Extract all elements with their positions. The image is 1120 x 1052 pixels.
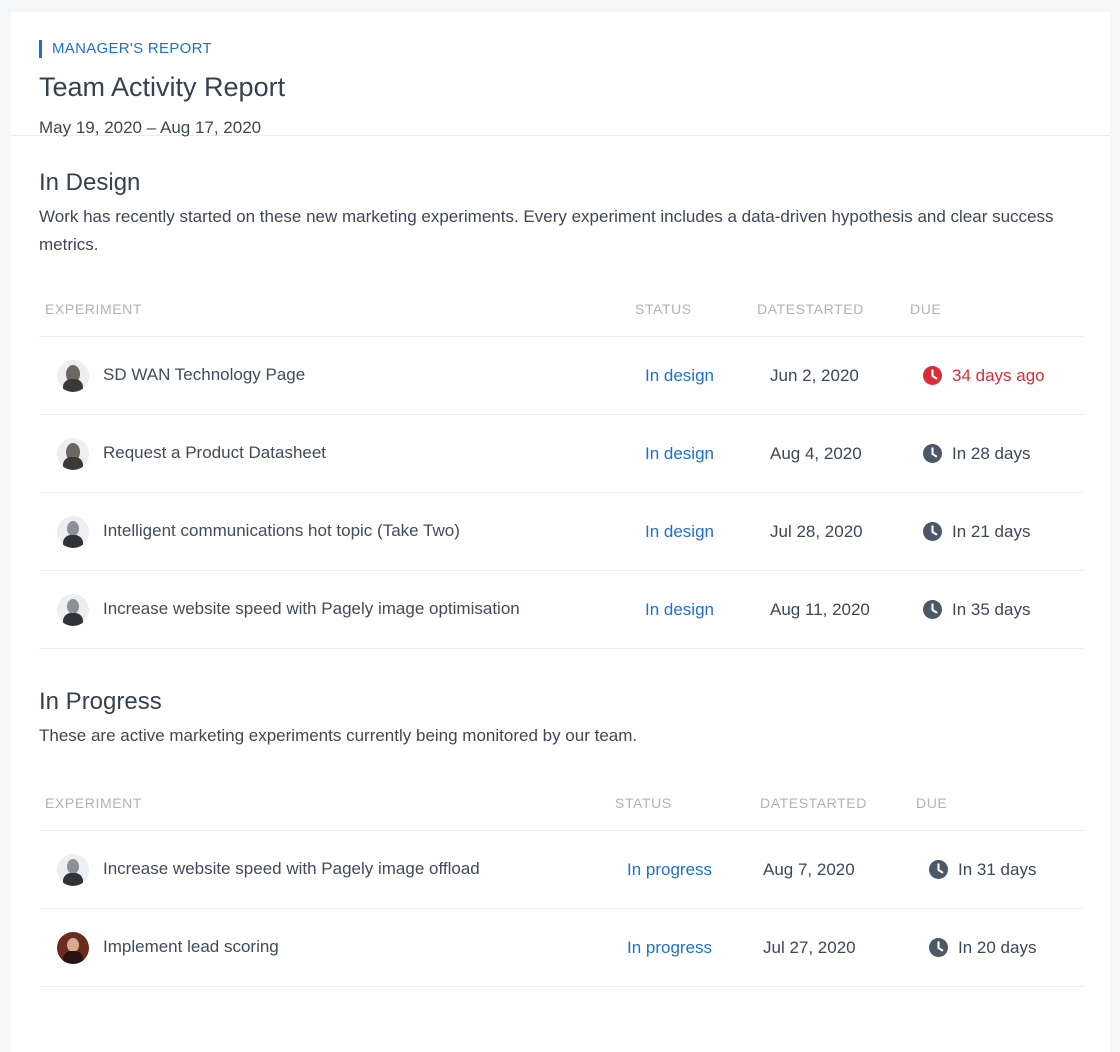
column-header-due[interactable]: DUE — [910, 282, 1083, 337]
table-row[interactable]: Increase website speed with Pagely image… — [39, 570, 1083, 649]
date-started-cell: Jun 2, 2020 — [757, 336, 910, 415]
status-link[interactable]: In progress — [627, 938, 712, 957]
avatar — [57, 853, 89, 886]
table-row[interactable]: Intelligent communications hot topic (Ta… — [39, 492, 1083, 571]
experiments-table: EXPERIMENT STATUS DATESTARTED DUE SD WAN… — [39, 282, 1083, 649]
table-header-row: EXPERIMENT STATUS DATESTARTED DUE — [39, 776, 1083, 831]
experiment-cell: Implement lead scoring — [39, 908, 615, 987]
column-header-due[interactable]: DUE — [916, 776, 1083, 831]
due-cell: In 28 days — [910, 414, 1083, 493]
date-started-cell: Aug 11, 2020 — [757, 570, 910, 649]
section-title: In Design — [39, 169, 141, 196]
experiments-table: EXPERIMENT STATUS DATESTARTED DUE Increa… — [39, 776, 1083, 987]
clock-icon — [929, 860, 948, 879]
experiment-name-link[interactable]: SD WAN Technology Page — [103, 364, 305, 386]
table-row[interactable]: Increase website speed with Pagely image… — [39, 830, 1083, 909]
status-link[interactable]: In design — [645, 600, 714, 619]
column-header-experiment[interactable]: EXPERIMENT — [39, 776, 615, 831]
experiment-name-link[interactable]: Increase website speed with Pagely image… — [103, 598, 520, 620]
status-link[interactable]: In design — [645, 522, 714, 541]
due-cell: In 20 days — [916, 908, 1083, 987]
status-cell: In progress — [615, 908, 760, 987]
due-text: 34 days ago — [952, 365, 1045, 385]
section-in-design: In Design Work has recently started on t… — [11, 169, 1110, 649]
status-cell: In progress — [615, 830, 760, 909]
status-link[interactable]: In design — [645, 366, 714, 385]
clock-icon — [923, 522, 942, 541]
due-cell: 34 days ago — [910, 336, 1083, 415]
table-row[interactable]: Implement lead scoring In progress Jul 27,… — [39, 908, 1083, 987]
experiment-name-link[interactable]: Implement lead scoring — [103, 936, 279, 958]
column-header-status[interactable]: STATUS — [615, 776, 760, 831]
column-header-date-started[interactable]: DATESTARTED — [760, 776, 916, 831]
due-text: In 28 days — [952, 443, 1031, 463]
avatar — [57, 593, 89, 626]
experiment-name-link[interactable]: Increase website speed with Pagely image… — [103, 858, 480, 880]
status-cell: In design — [635, 414, 757, 493]
clock-icon — [923, 600, 942, 619]
due-text: In 20 days — [958, 937, 1037, 957]
report-date-range: May 19, 2020 – Aug 17, 2020 — [39, 118, 262, 137]
due-cell: In 21 days — [910, 492, 1083, 571]
due-cell: In 35 days — [910, 570, 1083, 649]
clock-icon — [923, 366, 942, 385]
avatar — [57, 931, 89, 964]
avatar — [57, 437, 89, 470]
date-started: Aug 7, 2020 — [763, 859, 855, 879]
table-header-row: EXPERIMENT STATUS DATESTARTED DUE — [39, 282, 1083, 337]
due-text: In 21 days — [952, 521, 1031, 541]
status-cell: In design — [635, 570, 757, 649]
due-text: In 35 days — [952, 599, 1031, 619]
status-link[interactable]: In design — [645, 444, 714, 463]
section-description: Work has recently started on these new m… — [39, 207, 1054, 254]
experiment-name-link[interactable]: Request a Product Datasheet — [103, 442, 326, 464]
experiment-cell: Increase website speed with Pagely image… — [39, 830, 615, 909]
report-eyebrow: MANAGER'S REPORT — [39, 40, 1110, 58]
date-started-cell: Aug 7, 2020 — [760, 830, 916, 909]
section-description: These are active marketing experiments c… — [39, 726, 638, 745]
date-started-cell: Aug 4, 2020 — [757, 414, 910, 493]
experiment-cell: SD WAN Technology Page — [39, 336, 635, 415]
experiment-cell: Request a Product Datasheet — [39, 414, 635, 493]
section-title: In Progress — [39, 688, 162, 715]
due-cell: In 31 days — [916, 830, 1083, 909]
due-text: In 31 days — [958, 859, 1037, 879]
date-started: Jun 2, 2020 — [770, 365, 859, 385]
experiment-cell: Increase website speed with Pagely image… — [39, 570, 635, 649]
clock-icon — [923, 444, 942, 463]
avatar — [57, 515, 89, 548]
date-started: Aug 11, 2020 — [770, 599, 870, 619]
column-header-date-started[interactable]: DATESTARTED — [757, 282, 910, 337]
page-title: Team Activity Report — [39, 72, 286, 102]
report-card: MANAGER'S REPORT Team Activity Report Ma… — [11, 12, 1110, 1052]
date-started-cell: Jul 27, 2020 — [760, 908, 916, 987]
date-started-cell: Jul 28, 2020 — [757, 492, 910, 571]
status-cell: In design — [635, 336, 757, 415]
date-started: Jul 27, 2020 — [763, 937, 856, 957]
experiment-cell: Intelligent communications hot topic (Ta… — [39, 492, 635, 571]
report-header: MANAGER'S REPORT Team Activity Report Ma… — [11, 12, 1110, 137]
experiment-name-link[interactable]: Intelligent communications hot topic (Ta… — [103, 520, 460, 542]
status-link[interactable]: In progress — [627, 860, 712, 879]
table-row[interactable]: Request a Product Datasheet In design Aug … — [39, 414, 1083, 493]
column-header-experiment[interactable]: EXPERIMENT — [39, 282, 635, 337]
section-in-progress: In Progress These are active marketing e… — [11, 688, 1110, 987]
clock-icon — [929, 938, 948, 957]
date-started: Aug 4, 2020 — [770, 443, 862, 463]
date-started: Jul 28, 2020 — [770, 521, 863, 541]
status-cell: In design — [635, 492, 757, 571]
column-header-status[interactable]: STATUS — [635, 282, 757, 337]
avatar — [57, 359, 89, 392]
table-row[interactable]: SD WAN Technology Page In design Jun 2, 20… — [39, 336, 1083, 415]
